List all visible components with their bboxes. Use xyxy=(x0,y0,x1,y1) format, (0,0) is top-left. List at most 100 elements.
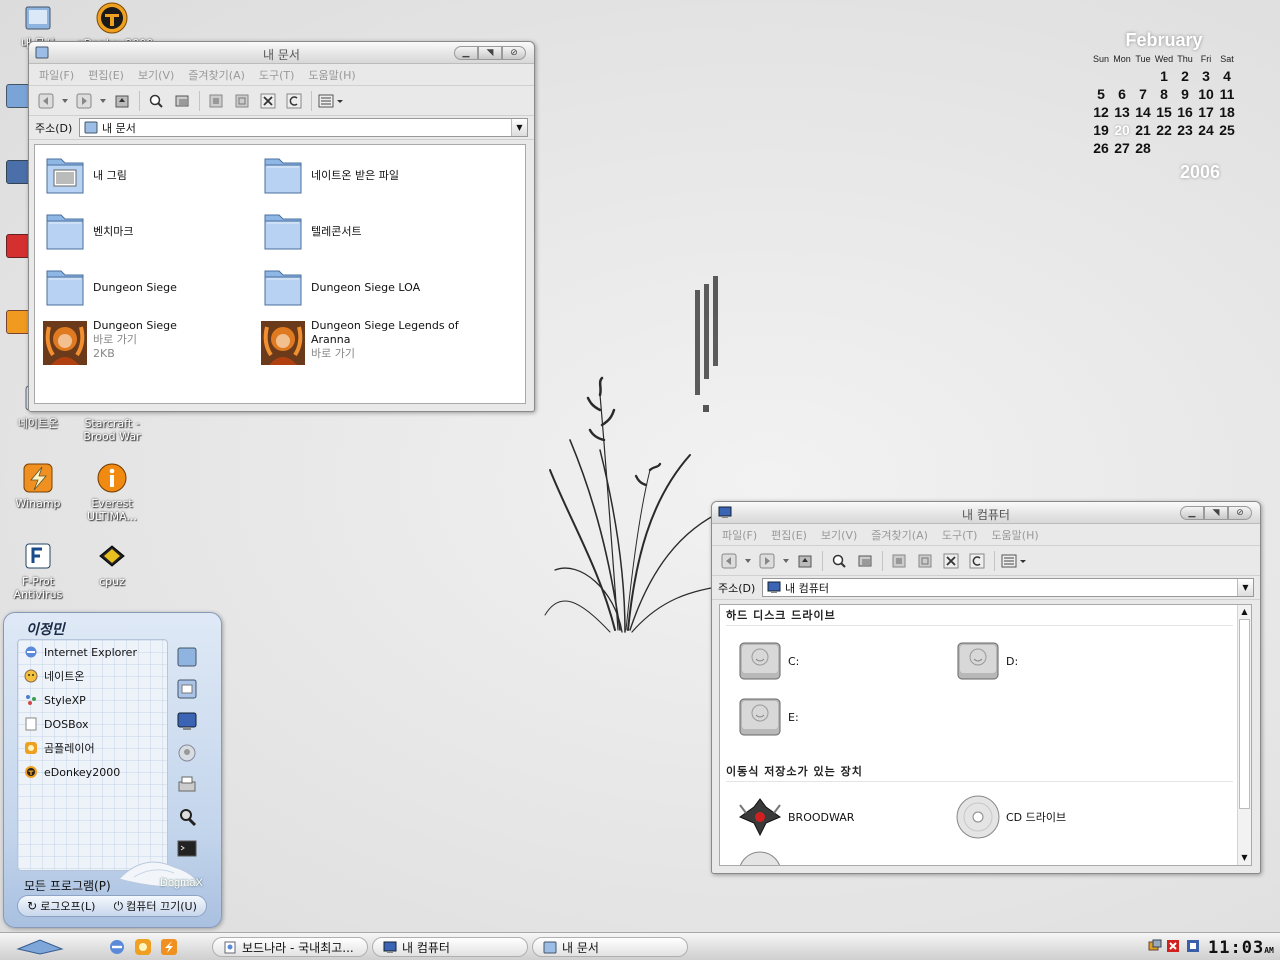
calendar-day[interactable]: 24 xyxy=(1196,122,1217,140)
folders-button[interactable] xyxy=(171,90,193,112)
calendar-day[interactable]: 5 xyxy=(1091,86,1112,104)
minimize-button[interactable]: ▁ xyxy=(454,46,478,60)
all-programs-button[interactable]: 모든 프로그램(P) xyxy=(24,877,111,894)
back-button[interactable] xyxy=(718,550,740,572)
up-button[interactable] xyxy=(794,550,816,572)
calendar-day[interactable]: 28 xyxy=(1133,140,1154,158)
move-to-button[interactable] xyxy=(888,550,910,572)
drive-item-d[interactable]: D: xyxy=(954,637,1164,685)
calendar-day[interactable]: 16 xyxy=(1175,104,1196,122)
drive-item-e[interactable]: E: xyxy=(736,693,946,741)
menu-file[interactable]: 파일(F) xyxy=(722,527,757,543)
control-panel-icon[interactable] xyxy=(176,742,198,764)
titlebar[interactable]: 내 컴퓨터 ▁ ◥ ⊘ xyxy=(712,502,1260,524)
my-computer-icon[interactable] xyxy=(176,710,198,732)
menu-help[interactable]: 도움말(H) xyxy=(991,527,1038,543)
menu-help[interactable]: 도움말(H) xyxy=(308,67,355,83)
file-item[interactable]: 벤치마크 xyxy=(41,207,251,255)
views-button[interactable] xyxy=(1000,550,1028,572)
close-button[interactable]: ⊘ xyxy=(502,46,526,60)
cd-drive-icon[interactable] xyxy=(736,849,784,866)
drive-item-broodwar[interactable]: BROODWAR xyxy=(736,793,946,841)
volume-tray-icon[interactable] xyxy=(1186,939,1200,953)
winamp-icon[interactable] xyxy=(160,938,178,956)
forward-dropdown[interactable] xyxy=(782,550,790,572)
menu-favorites[interactable]: 즐겨찾기(A) xyxy=(188,67,245,83)
desktop-icon-cpuz[interactable]: cpuz xyxy=(77,540,147,588)
file-item[interactable]: Dungeon Siege xyxy=(41,263,251,311)
network-tray-icon[interactable] xyxy=(1148,939,1162,953)
maximize-button[interactable]: ◥ xyxy=(478,46,502,60)
address-field[interactable]: 내 문서 ▼ xyxy=(79,118,528,137)
menu-favorites[interactable]: 즐겨찾기(A) xyxy=(871,527,928,543)
calendar-day[interactable]: 19 xyxy=(1091,122,1112,140)
delete-button[interactable] xyxy=(940,550,962,572)
calendar-day[interactable]: 2 xyxy=(1175,68,1196,86)
back-dropdown[interactable] xyxy=(61,90,69,112)
file-item[interactable]: Dungeon Siege 바로 가기 2KB xyxy=(41,319,251,367)
start-menu-item-dosbox[interactable]: DOSBox xyxy=(18,712,167,736)
calendar-day[interactable]: 21 xyxy=(1133,122,1154,140)
calendar-day[interactable]: 8 xyxy=(1154,86,1175,104)
desktop-icon-partial[interactable] xyxy=(6,84,30,108)
file-item[interactable]: 네이트온 받은 파일 xyxy=(259,151,469,199)
calendar-day[interactable]: 3 xyxy=(1196,68,1217,86)
ie-icon[interactable] xyxy=(108,938,126,956)
minimize-button[interactable]: ▁ xyxy=(1180,506,1204,520)
desktop-icon-winamp[interactable]: Winamp xyxy=(3,462,73,510)
desktop-icon-partial[interactable] xyxy=(6,234,30,258)
antivirus-tray-icon[interactable] xyxy=(1166,939,1180,953)
search-icon[interactable] xyxy=(176,806,198,828)
task-button-my-documents[interactable]: 내 문서 xyxy=(532,937,688,957)
calendar-day[interactable]: 27 xyxy=(1112,140,1133,158)
calendar-day[interactable]: 20 xyxy=(1112,122,1133,140)
up-button[interactable] xyxy=(111,90,133,112)
start-menu-item-stylexp[interactable]: StyleXP xyxy=(18,688,167,712)
desktop-icon-fprot[interactable]: F-Prot Antivirus xyxy=(3,540,73,601)
calendar-day[interactable]: 25 xyxy=(1217,122,1238,140)
menu-tools[interactable]: 도구(T) xyxy=(259,67,295,83)
undo-button[interactable] xyxy=(966,550,988,572)
back-button[interactable] xyxy=(35,90,57,112)
menu-edit[interactable]: 편집(E) xyxy=(88,67,124,83)
undo-button[interactable] xyxy=(283,90,305,112)
calendar-day[interactable]: 26 xyxy=(1091,140,1112,158)
start-menu-item-nateon[interactable]: 네이트온 xyxy=(18,664,167,688)
calendar-day[interactable]: 14 xyxy=(1133,104,1154,122)
file-item[interactable]: Dungeon Siege Legends of Aranna 바로 가기 xyxy=(259,319,469,367)
close-button[interactable]: ⊘ xyxy=(1228,506,1252,520)
drive-item-cd[interactable]: CD 드라이브 xyxy=(954,793,1164,841)
start-button[interactable] xyxy=(14,937,66,956)
menu-view[interactable]: 보기(V) xyxy=(821,527,857,543)
copy-to-button[interactable] xyxy=(914,550,936,572)
move-to-button[interactable] xyxy=(205,90,227,112)
scroll-down-arrow[interactable]: ▼ xyxy=(1238,851,1251,865)
calendar-day[interactable]: 12 xyxy=(1091,104,1112,122)
calendar-day[interactable]: 9 xyxy=(1175,86,1196,104)
address-field[interactable]: 내 컴퓨터 ▼ xyxy=(762,578,1254,597)
folders-button[interactable] xyxy=(854,550,876,572)
forward-dropdown[interactable] xyxy=(99,90,107,112)
titlebar[interactable]: 내 문서 ▁ ◥ ⊘ xyxy=(29,42,534,64)
vertical-scrollbar[interactable]: ▲ ▼ xyxy=(1237,605,1251,865)
calendar-day[interactable]: 11 xyxy=(1217,86,1238,104)
calendar-day[interactable]: 13 xyxy=(1112,104,1133,122)
task-button-bodnara[interactable]: 보드나라 - 국내최고... xyxy=(212,937,368,957)
start-menu-item-internet-explorer[interactable]: Internet Explorer xyxy=(18,640,167,664)
back-dropdown[interactable] xyxy=(744,550,752,572)
drive-item-c[interactable]: C: xyxy=(736,637,946,685)
calendar-day[interactable]: 1 xyxy=(1154,68,1175,86)
calendar-day[interactable]: 15 xyxy=(1154,104,1175,122)
window-my-documents[interactable]: 내 문서 ▁ ◥ ⊘ 파일(F) 편집(E) 보기(V) 즐겨찾기(A) 도구(… xyxy=(28,41,535,412)
menu-edit[interactable]: 편집(E) xyxy=(771,527,807,543)
calendar-day[interactable]: 17 xyxy=(1196,104,1217,122)
file-item[interactable]: 내 그림 xyxy=(41,151,251,199)
file-item[interactable]: 텔레콘서트 xyxy=(259,207,469,255)
file-item[interactable]: Dungeon Siege LOA xyxy=(259,263,469,311)
calendar-day[interactable]: 10 xyxy=(1196,86,1217,104)
search-button[interactable] xyxy=(828,550,850,572)
menu-tools[interactable]: 도구(T) xyxy=(942,527,978,543)
calendar-day[interactable]: 7 xyxy=(1133,86,1154,104)
gomplayer-icon[interactable] xyxy=(134,938,152,956)
address-dropdown-button[interactable]: ▼ xyxy=(1237,579,1253,596)
